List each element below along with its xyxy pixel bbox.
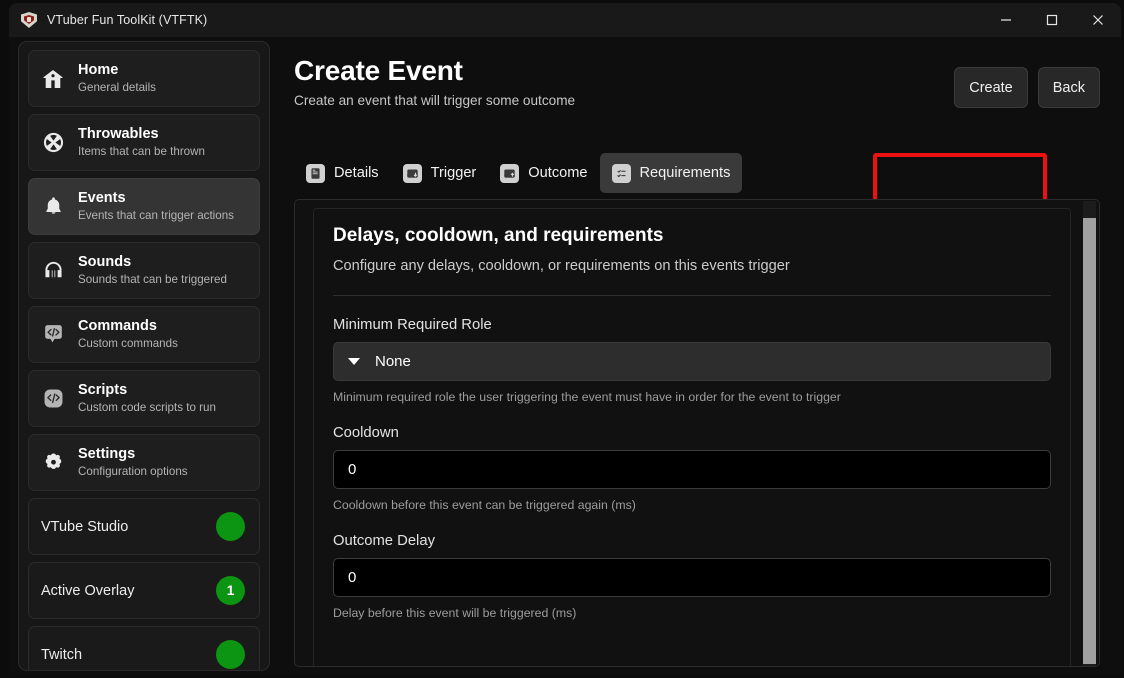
- title-bar: VTuber Fun ToolKit (VTFTK): [9, 3, 1121, 37]
- sidebar-item-subtitle: General details: [78, 80, 156, 95]
- status-twitch[interactable]: Twitch: [28, 626, 260, 671]
- tab-label: Requirements: [640, 165, 731, 181]
- sidebar-item-title: Events: [78, 190, 234, 207]
- maximize-icon[interactable]: [1029, 3, 1075, 37]
- cooldown-label: Cooldown: [333, 425, 1051, 441]
- window-body: Home General details Throwables Items th…: [9, 37, 1121, 675]
- sidebar-item-subtitle: Items that can be thrown: [78, 144, 205, 159]
- sidebar-item-sounds[interactable]: Sounds Sounds that can be triggered: [28, 242, 260, 299]
- tab-outcome[interactable]: Outcome: [488, 153, 599, 193]
- requirements-card: Delays, cooldown, and requirements Confi…: [313, 208, 1071, 667]
- minimum-required-role-value: None: [375, 353, 411, 370]
- gear-icon: [39, 449, 67, 477]
- tab-trigger[interactable]: Trigger: [391, 153, 489, 193]
- sidebar-item-events[interactable]: Events Events that can trigger actions: [28, 178, 260, 235]
- sidebar-item-title: Sounds: [78, 254, 227, 271]
- minimum-required-role-select[interactable]: None: [333, 342, 1051, 381]
- sidebar: Home General details Throwables Items th…: [18, 41, 270, 671]
- tab-label: Outcome: [528, 165, 587, 181]
- sidebar-item-subtitle: Events that can trigger actions: [78, 208, 234, 223]
- status-label: Active Overlay: [41, 583, 134, 599]
- tab-requirements[interactable]: Requirements: [600, 153, 743, 193]
- status-badge: [216, 512, 245, 541]
- ball-icon: [39, 129, 67, 157]
- scrollbar-thumb[interactable]: [1083, 218, 1096, 664]
- sidebar-item-title: Commands: [78, 318, 178, 335]
- home-icon: [39, 65, 67, 93]
- status-vtube-studio[interactable]: VTube Studio: [28, 498, 260, 555]
- tab-bar: Details Trigger Outcome: [294, 153, 742, 193]
- sidebar-item-scripts[interactable]: Scripts Custom code scripts to run: [28, 370, 260, 427]
- outcome-delay-input[interactable]: 0: [333, 558, 1051, 597]
- minimum-required-role-label: Minimum Required Role: [333, 317, 1051, 333]
- sidebar-item-subtitle: Custom commands: [78, 336, 178, 351]
- code-bubble-icon: [39, 321, 67, 349]
- minimize-icon[interactable]: [983, 3, 1029, 37]
- divider: [333, 295, 1051, 296]
- outcome-delay-label: Outcome Delay: [333, 533, 1051, 549]
- minimum-required-role-hint: Minimum required role the user triggerin…: [333, 390, 1051, 404]
- settings-panel: Delays, cooldown, and requirements Confi…: [294, 199, 1100, 667]
- sidebar-item-title: Scripts: [78, 382, 216, 399]
- sidebar-item-title: Throwables: [78, 126, 205, 143]
- sidebar-item-title: Settings: [78, 446, 188, 463]
- header-actions: Create Back: [954, 67, 1100, 108]
- sidebar-item-subtitle: Configuration options: [78, 464, 188, 479]
- window-controls: [983, 3, 1121, 37]
- close-icon[interactable]: [1075, 3, 1121, 37]
- create-button[interactable]: Create: [954, 67, 1028, 108]
- sidebar-item-home[interactable]: Home General details: [28, 50, 260, 107]
- back-button[interactable]: Back: [1038, 67, 1100, 108]
- status-label: VTube Studio: [41, 519, 128, 535]
- tab-label: Trigger: [431, 165, 477, 181]
- bell-icon: [39, 193, 67, 221]
- cooldown-value: 0: [348, 461, 356, 478]
- status-active-overlay[interactable]: Active Overlay 1: [28, 562, 260, 619]
- sidebar-item-commands[interactable]: Commands Custom commands: [28, 306, 260, 363]
- status-label: Twitch: [41, 647, 82, 663]
- app-window: VTuber Fun ToolKit (VTFTK) Home Gener: [9, 3, 1121, 675]
- main-content: Create Event Create an event that will t…: [280, 41, 1116, 671]
- status-badge: [216, 640, 245, 669]
- section-title: Delays, cooldown, and requirements: [333, 225, 1051, 247]
- window-title: VTuber Fun ToolKit (VTFTK): [47, 13, 207, 27]
- headphones-icon: [39, 257, 67, 285]
- document-icon: [306, 164, 325, 183]
- cooldown-input[interactable]: 0: [333, 450, 1051, 489]
- sidebar-item-subtitle: Custom code scripts to run: [78, 400, 216, 415]
- sidebar-item-title: Home: [78, 62, 156, 79]
- checklist-icon: [612, 164, 631, 183]
- tab-details[interactable]: Details: [294, 153, 391, 193]
- chevron-down-icon: [348, 358, 360, 365]
- code-square-icon: [39, 385, 67, 413]
- outcome-delay-hint: Delay before this event will be triggere…: [333, 606, 1051, 620]
- app-shield-icon: [21, 12, 37, 28]
- sidebar-item-subtitle: Sounds that can be triggered: [78, 272, 227, 287]
- inbox-up-icon: [500, 164, 519, 183]
- inbox-down-icon: [403, 164, 422, 183]
- outcome-delay-value: 0: [348, 569, 356, 586]
- cooldown-hint: Cooldown before this event can be trigge…: [333, 498, 1051, 512]
- tab-label: Details: [334, 165, 379, 181]
- section-subtitle: Configure any delays, cooldown, or requi…: [333, 258, 1051, 274]
- status-badge: 1: [216, 576, 245, 605]
- sidebar-item-throwables[interactable]: Throwables Items that can be thrown: [28, 114, 260, 171]
- sidebar-item-settings[interactable]: Settings Configuration options: [28, 434, 260, 491]
